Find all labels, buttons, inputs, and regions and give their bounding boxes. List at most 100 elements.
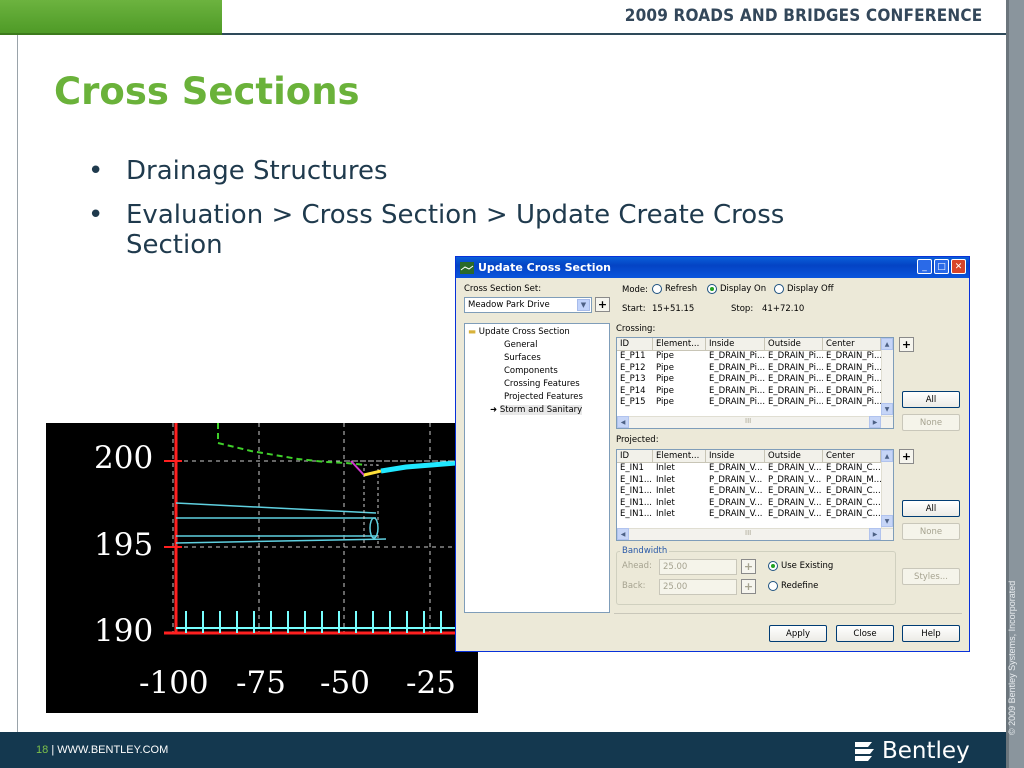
table-cell: E_DRAIN_C... [826,509,881,519]
minimize-button[interactable]: _ [917,259,932,274]
cross-section-plot: 200 195 190 -100 -75 -50 -25 [46,423,478,713]
table-row[interactable]: E_P12 Pipe E_DRAIN_Pi... E_DRAIN_Pi... E_DRA… [617,363,893,375]
tree-item-components[interactable]: Components [468,365,606,378]
tree-item-crossing-features[interactable]: Crossing Features [468,378,606,391]
scroll-left-icon[interactable]: ◀ [617,528,629,540]
column-header[interactable]: Element... [653,338,706,350]
radio-label: Display Off [787,284,834,294]
vertical-scrollbar[interactable]: ▲ ▼ [881,450,893,528]
table-cell: P_DRAIN_V... [768,474,822,485]
tree-item-general[interactable]: General [468,339,606,352]
tree-item-storm-sanitary[interactable]: ➜ Storm and Sanitary [468,404,606,417]
crossing-all-button[interactable]: All [902,391,960,408]
radio-circle[interactable] [768,581,778,591]
mode-display-off-radio[interactable]: Display Off [774,284,834,294]
page-number: 18 [36,744,49,756]
x-tick-label: -25 [406,665,456,701]
styles-button[interactable]: Styles... [902,568,960,585]
tree-item-projected-features[interactable]: Projected Features [468,391,606,404]
add-projected-button[interactable]: + [899,449,914,464]
table-row[interactable]: E_IN1 Inlet E_DRAIN_V... E_DRAIN_V... E_DRAI… [617,463,893,475]
maximize-button[interactable]: □ [934,259,949,274]
mode-refresh-radio[interactable]: Refresh [652,284,697,294]
column-header[interactable]: Inside [706,338,765,350]
column-header[interactable]: Element... [653,450,706,462]
close-window-button[interactable]: ✕ [951,259,966,274]
table-cell: E_DRAIN_V... [768,509,822,519]
redefine-radio[interactable]: Redefine [768,581,818,591]
x-tick-label: -50 [320,665,370,701]
update-cross-section-dialog: Update Cross Section _ □ ✕ Cross Section… [455,256,970,652]
table-row[interactable]: E_IN1... Inlet P_DRAIN_V... P_DRAIN_V... P_D… [617,475,893,487]
chevron-down-icon[interactable]: ▼ [577,299,590,311]
table-row[interactable]: E_P11 Pipe E_DRAIN_Pi... E_DRAIN_Pi... E_DRA… [617,351,893,363]
pick-back-button[interactable]: + [741,579,756,594]
horizontal-scrollbar[interactable]: ◀ III ▶ [617,416,893,428]
add-crossing-button[interactable]: + [899,337,914,352]
radio-circle[interactable] [768,561,778,571]
projected-label: Projected: [616,435,659,445]
table-row[interactable]: E_IN1... Inlet E_DRAIN_V... E_DRAIN_V... E_D… [617,509,893,521]
horizontal-scrollbar[interactable]: ◀ III ▶ [617,528,893,540]
crossing-table[interactable]: ID Element... Inside Outside Center E_P1… [616,337,894,429]
settings-tree: ▬ Update Cross Section General Surfaces … [464,323,610,613]
folder-icon: ▬ [468,327,477,337]
table-row[interactable]: E_P15 Pipe E_DRAIN_Pi... E_DRAIN_Pi... E_DRA… [617,397,893,409]
table-cell: P_DRAIN_V... [709,474,763,485]
tree-item-surfaces[interactable]: Surfaces [468,352,606,365]
table-cell: E_DRAIN_Pi... [768,351,823,361]
column-header[interactable]: Inside [706,450,765,462]
radio-circle[interactable] [774,284,784,294]
table-header: ID Element... Inside Outside Center [617,450,893,463]
scroll-up-icon[interactable]: ▲ [881,450,893,462]
scroll-right-icon[interactable]: ▶ [869,416,881,428]
bandwidth-label: Bandwidth [620,546,670,556]
scroll-left-icon[interactable]: ◀ [617,416,629,428]
apply-button[interactable]: Apply [769,625,827,642]
dialog-titlebar[interactable]: Update Cross Section [456,257,969,278]
table-cell: E_DRAIN_Pi... [768,374,823,384]
column-header[interactable]: ID [617,450,653,462]
ahead-input[interactable]: 25.00 [659,559,737,575]
use-existing-radio[interactable]: Use Existing [768,561,833,571]
table-row[interactable]: E_IN1... Inlet E_DRAIN_V... E_DRAIN_V... E_D… [617,498,893,510]
tree-root[interactable]: ▬ Update Cross Section [468,326,606,339]
projected-none-button[interactable]: None [902,523,960,540]
column-header[interactable]: Center [823,450,881,462]
footer-website[interactable]: WWW.BENTLEY.COM [57,744,168,756]
footer-separator: | [51,744,55,756]
scroll-down-icon[interactable]: ▼ [881,515,893,527]
cross-section-set-dropdown[interactable]: Meadow Park Drive ▼ [464,297,592,313]
table-cell: P_DRAIN_M... [826,474,881,485]
radio-circle[interactable] [652,284,662,294]
vertical-scrollbar[interactable]: ▲ ▼ [881,338,893,416]
radio-circle[interactable] [707,284,717,294]
table-row[interactable]: E_IN1... Inlet E_DRAIN_V... E_DRAIN_V... E_D… [617,486,893,498]
table-cell: Inlet [656,463,675,473]
table-row[interactable]: E_P13 Pipe E_DRAIN_Pi... E_DRAIN_Pi... E_DRA… [617,374,893,386]
help-button[interactable]: Help [902,625,960,642]
pick-set-button[interactable]: + [595,297,610,312]
mode-display-on-radio[interactable]: Display On [707,284,766,294]
scroll-down-icon[interactable]: ▼ [881,403,893,415]
column-header[interactable]: Outside [765,450,823,462]
projected-all-button[interactable]: All [902,500,960,517]
back-input[interactable]: 25.00 [659,579,737,595]
column-header[interactable]: Center [823,338,881,350]
scroll-right-icon[interactable]: ▶ [869,528,881,540]
table-cell: E_DRAIN_V... [709,463,763,473]
y-tick-label: 200 [94,440,154,476]
column-header[interactable]: Outside [765,338,823,350]
scroll-up-icon[interactable]: ▲ [881,338,893,350]
table-cell: E_IN1... [620,474,652,485]
projected-table[interactable]: ID Element... Inside Outside Center E_IN… [616,449,894,541]
pick-ahead-button[interactable]: + [741,559,756,574]
table-row[interactable]: E_P14 Pipe E_DRAIN_Pi... E_DRAIN_Pi... E_DRA… [617,386,893,398]
bullet-item: • Evaluation > Cross Section > Update Cre… [88,200,888,260]
table-cell: E_IN1... [620,497,652,508]
bentley-mark-icon [855,742,874,761]
crossing-none-button[interactable]: None [902,414,960,431]
table-cell: E_DRAIN_Pi... [768,397,823,407]
column-header[interactable]: ID [617,338,653,350]
close-button[interactable]: Close [836,625,894,642]
